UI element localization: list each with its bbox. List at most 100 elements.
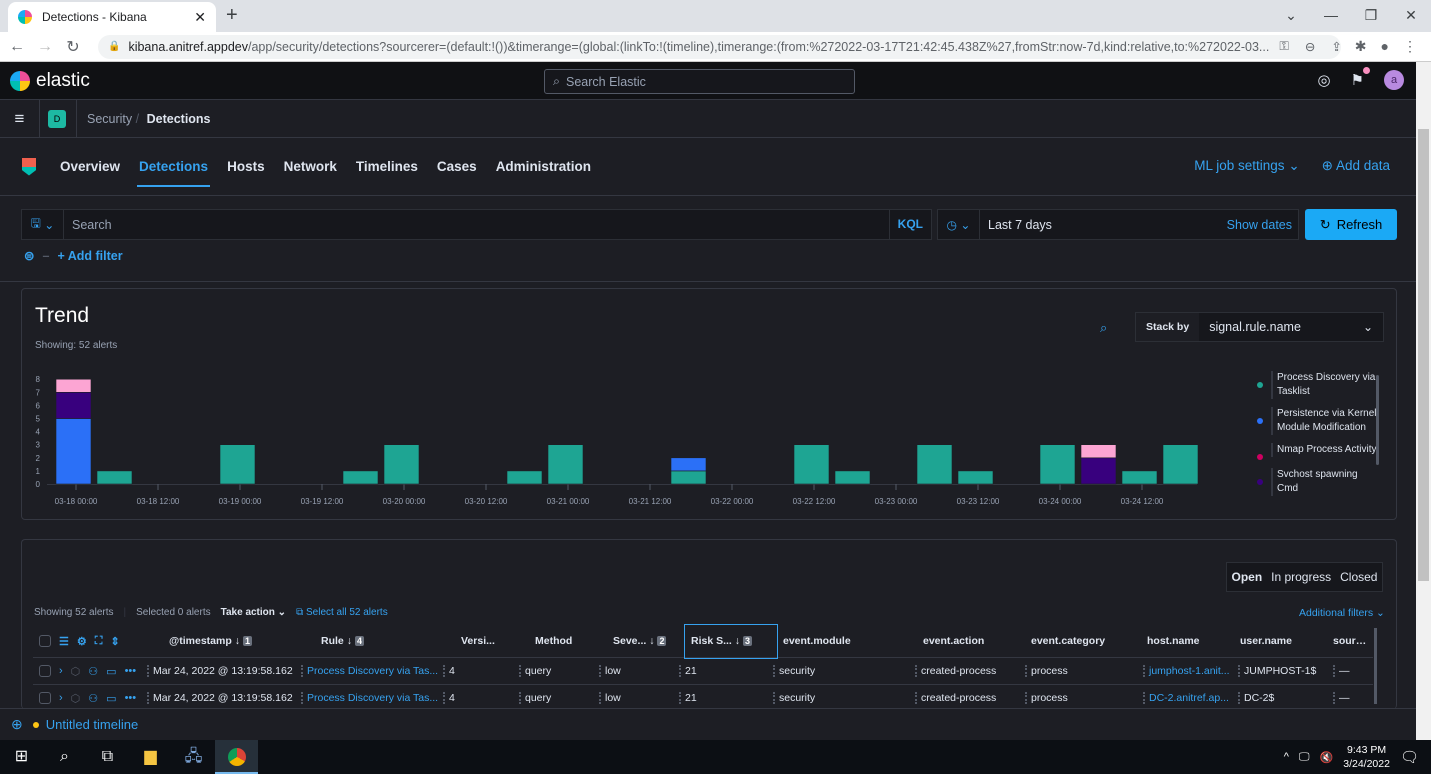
timeline-title[interactable]: Untitled timeline bbox=[46, 717, 139, 732]
ml-job-settings-button[interactable]: ML job settings ⌄ bbox=[1194, 158, 1299, 174]
legend-item[interactable]: Nmap Process Activity bbox=[1255, 443, 1379, 460]
minimize-button[interactable]: — bbox=[1311, 0, 1351, 32]
reload-icon[interactable]: ↻ bbox=[62, 37, 84, 57]
windows-start-icon[interactable]: ⊞ bbox=[0, 740, 43, 774]
column-header-severity[interactable]: Seve... ↓ 2 bbox=[607, 635, 685, 647]
fullscreen-icon[interactable]: ⛶ bbox=[95, 635, 103, 648]
nav-cases[interactable]: Cases bbox=[437, 155, 477, 178]
notes-folder-icon[interactable]: ▭ bbox=[106, 692, 116, 705]
expand-chevron-icon[interactable]: › bbox=[59, 692, 63, 704]
status-in-progress[interactable]: In progress bbox=[1271, 570, 1331, 584]
nav-detections[interactable]: Detections bbox=[137, 155, 211, 187]
column-header-risk-score[interactable]: Risk S... ↓ 3 bbox=[684, 623, 778, 659]
breadcrumb-security[interactable]: Security bbox=[87, 112, 132, 126]
table-cell[interactable]: Process Discovery via Tas... bbox=[301, 692, 441, 704]
menu-kebab-icon[interactable]: ⋮ bbox=[1403, 38, 1417, 55]
column-header-version[interactable]: Versi... bbox=[455, 635, 529, 647]
key-icon[interactable]: ⚿ bbox=[1279, 39, 1289, 54]
column-header-rule[interactable]: Rule ↓ 4 bbox=[315, 635, 455, 647]
filter-menu-icon[interactable]: ⊜ bbox=[24, 248, 34, 263]
task-view-icon[interactable]: ⧉ bbox=[86, 740, 129, 774]
legend-item[interactable]: Process Discovery via Tasklist bbox=[1255, 371, 1379, 399]
column-header-timestamp[interactable]: @timestamp ↓ 1 bbox=[163, 635, 315, 647]
nav-overview[interactable]: Overview bbox=[60, 155, 120, 178]
expand-chevron-icon[interactable]: › bbox=[59, 665, 63, 677]
gear-icon[interactable]: ⚙ bbox=[77, 635, 87, 648]
extensions-icon[interactable]: ✱ bbox=[1355, 38, 1367, 55]
table-row[interactable]: › ⬡ ⚇ ▭ ••• Mar 24, 2022 @ 13:19:58.162 Proces… bbox=[33, 658, 1373, 685]
column-header-host-name[interactable]: host.name bbox=[1141, 635, 1234, 647]
share-icon[interactable]: ⇪ bbox=[1331, 39, 1340, 54]
analyzer-cube-icon[interactable]: ⬡ bbox=[71, 665, 81, 678]
nav-hosts[interactable]: Hosts bbox=[227, 155, 265, 178]
legend-scrollbar[interactable] bbox=[1376, 375, 1379, 465]
close-tab-icon[interactable]: ✕ bbox=[194, 9, 206, 26]
taskbar-search-icon[interactable]: ⌕ bbox=[43, 740, 86, 774]
close-window-button[interactable]: ✕ bbox=[1391, 0, 1431, 32]
column-header-method[interactable]: Method bbox=[529, 635, 607, 647]
table-cell[interactable]: DC-2.anitref.ap... bbox=[1143, 692, 1236, 704]
fields-browser-icon[interactable]: ☰ bbox=[59, 635, 69, 648]
nav-timelines[interactable]: Timelines bbox=[356, 155, 418, 178]
show-dates-button[interactable]: Show dates bbox=[1227, 218, 1298, 232]
elastic-logo[interactable]: elastic bbox=[10, 70, 90, 92]
saved-query-menu[interactable]: 🖫 ⌄ bbox=[22, 209, 64, 240]
profile-icon[interactable]: ● bbox=[1381, 38, 1389, 55]
notifications-icon[interactable]: 🗨 bbox=[1400, 748, 1419, 766]
process-tree-icon[interactable]: ⚇ bbox=[88, 692, 98, 705]
legend-item[interactable]: Persistence via Kernel Module Modificati… bbox=[1255, 407, 1379, 435]
nav-administration[interactable]: Administration bbox=[496, 155, 591, 178]
browser-tab[interactable]: Detections - Kibana ✕ bbox=[8, 2, 216, 32]
new-tab-button[interactable]: + bbox=[226, 4, 238, 27]
network-app-icon[interactable]: 🖧 bbox=[172, 740, 215, 774]
kql-toggle[interactable]: KQL bbox=[888, 209, 931, 240]
page-scrollbar[interactable] bbox=[1416, 62, 1431, 740]
add-data-button[interactable]: ⊕ Add data bbox=[1322, 158, 1390, 174]
back-icon[interactable]: ← bbox=[6, 38, 28, 56]
url-input[interactable]: 🔒 kibana.anitref.appdev/app/security/det… bbox=[98, 34, 1341, 59]
select-all-button[interactable]: ⧉ Select all 52 alerts bbox=[296, 607, 388, 618]
tray-chevron-icon[interactable]: ^ bbox=[1284, 751, 1289, 763]
file-explorer-icon[interactable]: ▆ bbox=[129, 740, 172, 774]
forward-icon[interactable]: → bbox=[34, 38, 56, 56]
more-actions-icon[interactable]: ••• bbox=[125, 665, 137, 677]
row-checkbox[interactable] bbox=[39, 692, 51, 704]
volume-muted-icon[interactable]: 🔇 bbox=[1320, 751, 1334, 764]
time-range[interactable]: Last 7 days bbox=[980, 218, 1227, 232]
status-closed[interactable]: Closed bbox=[1340, 570, 1377, 584]
news-feed-icon[interactable]: ⚑ bbox=[1351, 67, 1370, 89]
column-header-event-module[interactable]: event.module bbox=[777, 635, 917, 647]
chrome-icon[interactable] bbox=[215, 740, 258, 774]
help-icon[interactable]: ◎ bbox=[1317, 71, 1330, 89]
table-scrollbar[interactable] bbox=[1374, 628, 1377, 704]
quick-menu-button[interactable]: ◷ ⌄ bbox=[938, 209, 980, 240]
status-open[interactable]: Open bbox=[1231, 570, 1262, 584]
add-timeline-icon[interactable]: ⊕ bbox=[11, 716, 23, 733]
add-filter-button[interactable]: + Add filter bbox=[57, 249, 122, 263]
analyzer-cube-icon[interactable]: ⬡ bbox=[71, 692, 81, 705]
column-header-source[interactable]: source bbox=[1327, 635, 1367, 647]
select-all-checkbox[interactable] bbox=[39, 635, 51, 647]
table-cell[interactable]: jumphost-1.anit... bbox=[1143, 665, 1236, 677]
tab-search-icon[interactable]: ⌄ bbox=[1271, 0, 1311, 32]
scrollbar-thumb[interactable] bbox=[1418, 129, 1429, 581]
global-search-input[interactable]: ⌕ Search Elastic bbox=[544, 69, 855, 94]
column-header-event-action[interactable]: event.action bbox=[917, 635, 1025, 647]
sort-icon[interactable]: ⇕ bbox=[110, 635, 119, 648]
table-cell[interactable]: Process Discovery via Tas... bbox=[301, 665, 441, 677]
space-avatar[interactable]: D bbox=[48, 109, 66, 128]
zoom-icon[interactable]: ⊖ bbox=[1305, 39, 1315, 54]
refresh-button[interactable]: ↻ Refresh bbox=[1305, 209, 1397, 240]
additional-filters-button[interactable]: Additional filters ⌄ bbox=[1299, 607, 1385, 619]
network-icon[interactable]: 🖵 bbox=[1299, 751, 1310, 764]
restore-button[interactable]: ❐ bbox=[1351, 0, 1391, 32]
row-checkbox[interactable] bbox=[39, 665, 51, 677]
legend-item[interactable]: Svchost spawning Cmd bbox=[1255, 468, 1379, 496]
query-input[interactable]: Search bbox=[64, 218, 889, 232]
more-actions-icon[interactable]: ••• bbox=[125, 692, 137, 704]
user-avatar[interactable]: a bbox=[1384, 70, 1404, 90]
take-action-button[interactable]: Take action ⌄ bbox=[221, 607, 286, 618]
process-tree-icon[interactable]: ⚇ bbox=[88, 665, 98, 678]
menu-hamburger-icon[interactable]: ≡ bbox=[0, 99, 40, 138]
nav-network[interactable]: Network bbox=[284, 155, 337, 178]
